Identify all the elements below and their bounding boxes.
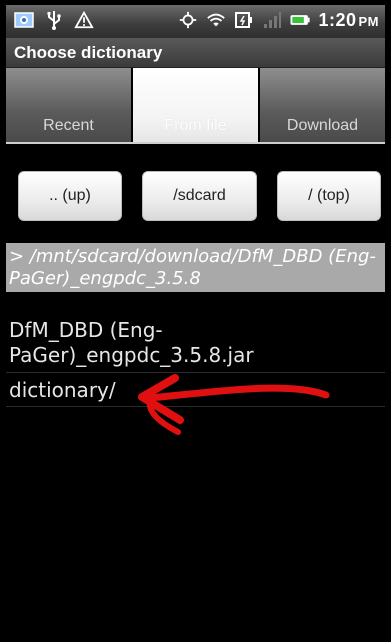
sdcard-button[interactable]: /sdcard [142,171,257,221]
current-path: > /mnt/sdcard/download/DfM_DBD (Eng-PaGe… [6,243,385,292]
tab-recent[interactable]: Recent [6,68,131,142]
page-title: Choose dictionary [6,38,385,68]
tab-underline [6,142,385,144]
tab-bar: Recent From file Download [6,68,385,142]
usb-icon [44,9,64,31]
list-divider [6,372,385,373]
location-icon [178,9,198,31]
red-arrow-annotation [138,374,330,435]
tab-download[interactable]: Download [260,68,385,142]
battery-icon [290,9,311,31]
list-divider [6,406,385,407]
signal-icon [262,9,282,31]
top-button[interactable]: / (top) [277,171,381,221]
photo-icon [14,9,34,31]
list-item-dictionary-folder[interactable]: dictionary/ [9,378,116,403]
clock: 1:20 PM [318,9,379,30]
list-item-jar-file[interactable]: DfM_DBD (Eng-PaGer)_engpdc_3.5.8.jar [9,318,289,368]
clock-ampm: PM [358,13,379,29]
tab-recent-label: Recent [43,117,94,134]
battery-charging-icon [234,9,254,31]
tab-from-file-label: From file [164,117,227,134]
warning-icon [74,9,94,31]
tab-from-file[interactable]: From file [133,68,258,142]
up-button[interactable]: .. (up) [18,171,122,221]
wifi-icon [206,9,226,31]
status-bar: 1:20 PM [6,5,385,38]
tab-download-label: Download [286,117,359,134]
